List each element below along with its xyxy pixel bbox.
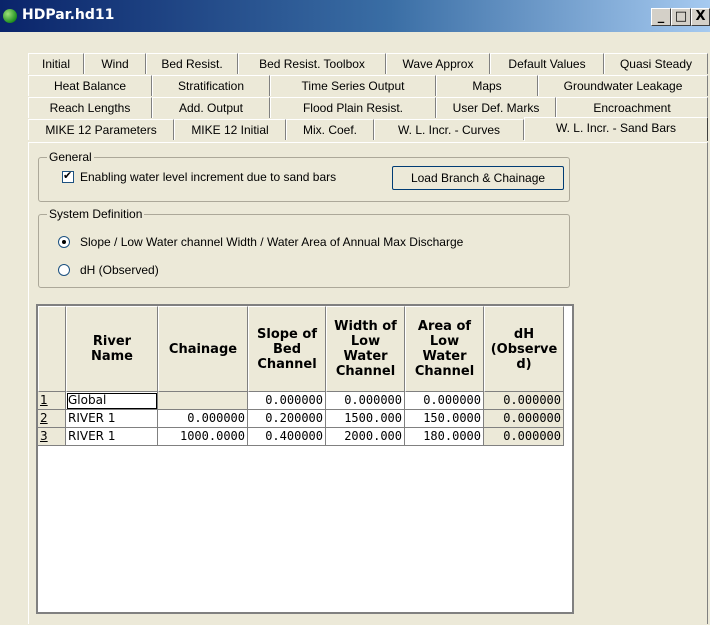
row-number: 3 [38, 428, 66, 446]
cell-chainage[interactable]: 1000.0000 [158, 428, 248, 446]
tab-groundwater-leakage[interactable]: Groundwater Leakage [538, 75, 708, 96]
cell-slope[interactable]: 0.200000 [248, 410, 326, 428]
sand-bars-table[interactable]: River Name Chainage Slope of Bed Channel… [36, 304, 574, 614]
tab-wl-incr-curves[interactable]: W. L. Incr. - Curves [374, 119, 524, 140]
tab-reach-lengths[interactable]: Reach Lengths [28, 97, 152, 118]
radio-slope-width-area-label: Slope / Low Water channel Width / Water … [80, 235, 464, 249]
col-header-dh[interactable]: dH (Observe d) [484, 306, 564, 392]
tab-mike12-parameters[interactable]: MIKE 12 Parameters [28, 119, 174, 140]
tab-bed-resist-toolbox[interactable]: Bed Resist. Toolbox [238, 53, 386, 74]
cell-dh[interactable]: 0.000000 [484, 428, 564, 446]
tab-maps[interactable]: Maps [436, 75, 538, 96]
tab-user-def-marks[interactable]: User Def. Marks [436, 97, 556, 118]
tab-flood-plain-resist[interactable]: Flood Plain Resist. [270, 97, 436, 118]
cell-river-name[interactable]: RIVER 1 [66, 410, 158, 428]
cell-chainage[interactable] [158, 392, 248, 410]
tab-bed-resist[interactable]: Bed Resist. [146, 53, 238, 74]
tab-mike12-initial[interactable]: MIKE 12 Initial [174, 119, 286, 140]
tab-heat-balance[interactable]: Heat Balance [28, 75, 152, 96]
maximize-button[interactable]: □ [671, 8, 691, 26]
tab-wave-approx[interactable]: Wave Approx [386, 53, 490, 74]
tab-initial[interactable]: Initial [28, 53, 84, 74]
app-icon [3, 9, 17, 23]
general-legend: General [47, 150, 94, 164]
cell-dh[interactable]: 0.000000 [484, 410, 564, 428]
enable-sand-bars-label: Enabling water level increment due to sa… [80, 170, 337, 184]
system-definition-legend: System Definition [47, 207, 145, 221]
cell-chainage[interactable]: 0.000000 [158, 410, 248, 428]
cell-width[interactable]: 2000.000 [326, 428, 405, 446]
cell-area[interactable]: 150.0000 [405, 410, 484, 428]
cell-slope[interactable]: 0.000000 [248, 392, 326, 410]
cell-river-name[interactable]: Global [66, 392, 158, 410]
cell-dh[interactable]: 0.000000 [484, 392, 564, 410]
title-bar[interactable]: HDPar.hd11 _ □ X [0, 0, 710, 32]
tab-quasi-steady[interactable]: Quasi Steady [604, 53, 708, 74]
tab-stratification[interactable]: Stratification [152, 75, 270, 96]
radio-dh-observed-label: dH (Observed) [80, 263, 159, 277]
cell-area[interactable]: 180.0000 [405, 428, 484, 446]
minimize-button[interactable]: _ [651, 8, 671, 26]
tab-add-output[interactable]: Add. Output [152, 97, 270, 118]
hdpar-window: HDPar.hd11 _ □ X Initial Wind Bed Resist… [0, 0, 710, 625]
enable-sand-bars-checkbox[interactable] [62, 169, 74, 183]
tab-encroachment[interactable]: Encroachment [556, 97, 708, 118]
row-number: 2 [38, 410, 66, 428]
close-button[interactable]: X [691, 8, 710, 26]
col-header-area[interactable]: Area of Low Water Channel [405, 306, 484, 392]
cell-width[interactable]: 0.000000 [326, 392, 405, 410]
tab-wl-incr-sand-bars[interactable]: W. L. Incr. - Sand Bars [524, 117, 708, 141]
window-title: HDPar.hd11 [22, 7, 115, 23]
col-header-chainage[interactable]: Chainage [158, 306, 248, 392]
tab-time-series-output[interactable]: Time Series Output [270, 75, 436, 96]
row-number: 1 [38, 392, 66, 410]
col-header-river-name[interactable]: River Name [66, 306, 158, 392]
cell-river-name[interactable]: RIVER 1 [66, 428, 158, 446]
col-header-width[interactable]: Width of Low Water Channel [326, 306, 405, 392]
cell-width[interactable]: 1500.000 [326, 410, 405, 428]
load-branch-chainage-button[interactable]: Load Branch & Chainage [392, 166, 564, 190]
col-header-slope[interactable]: Slope of Bed Channel [248, 306, 326, 392]
row-header-corner [38, 306, 66, 392]
cell-slope[interactable]: 0.400000 [248, 428, 326, 446]
radio-dh-observed[interactable] [58, 264, 70, 276]
cell-area[interactable]: 0.000000 [405, 392, 484, 410]
tab-default-values[interactable]: Default Values [490, 53, 604, 74]
tab-wind[interactable]: Wind [84, 53, 146, 74]
radio-slope-width-area[interactable] [58, 236, 70, 248]
tab-mix-coef[interactable]: Mix. Coef. [286, 119, 374, 140]
